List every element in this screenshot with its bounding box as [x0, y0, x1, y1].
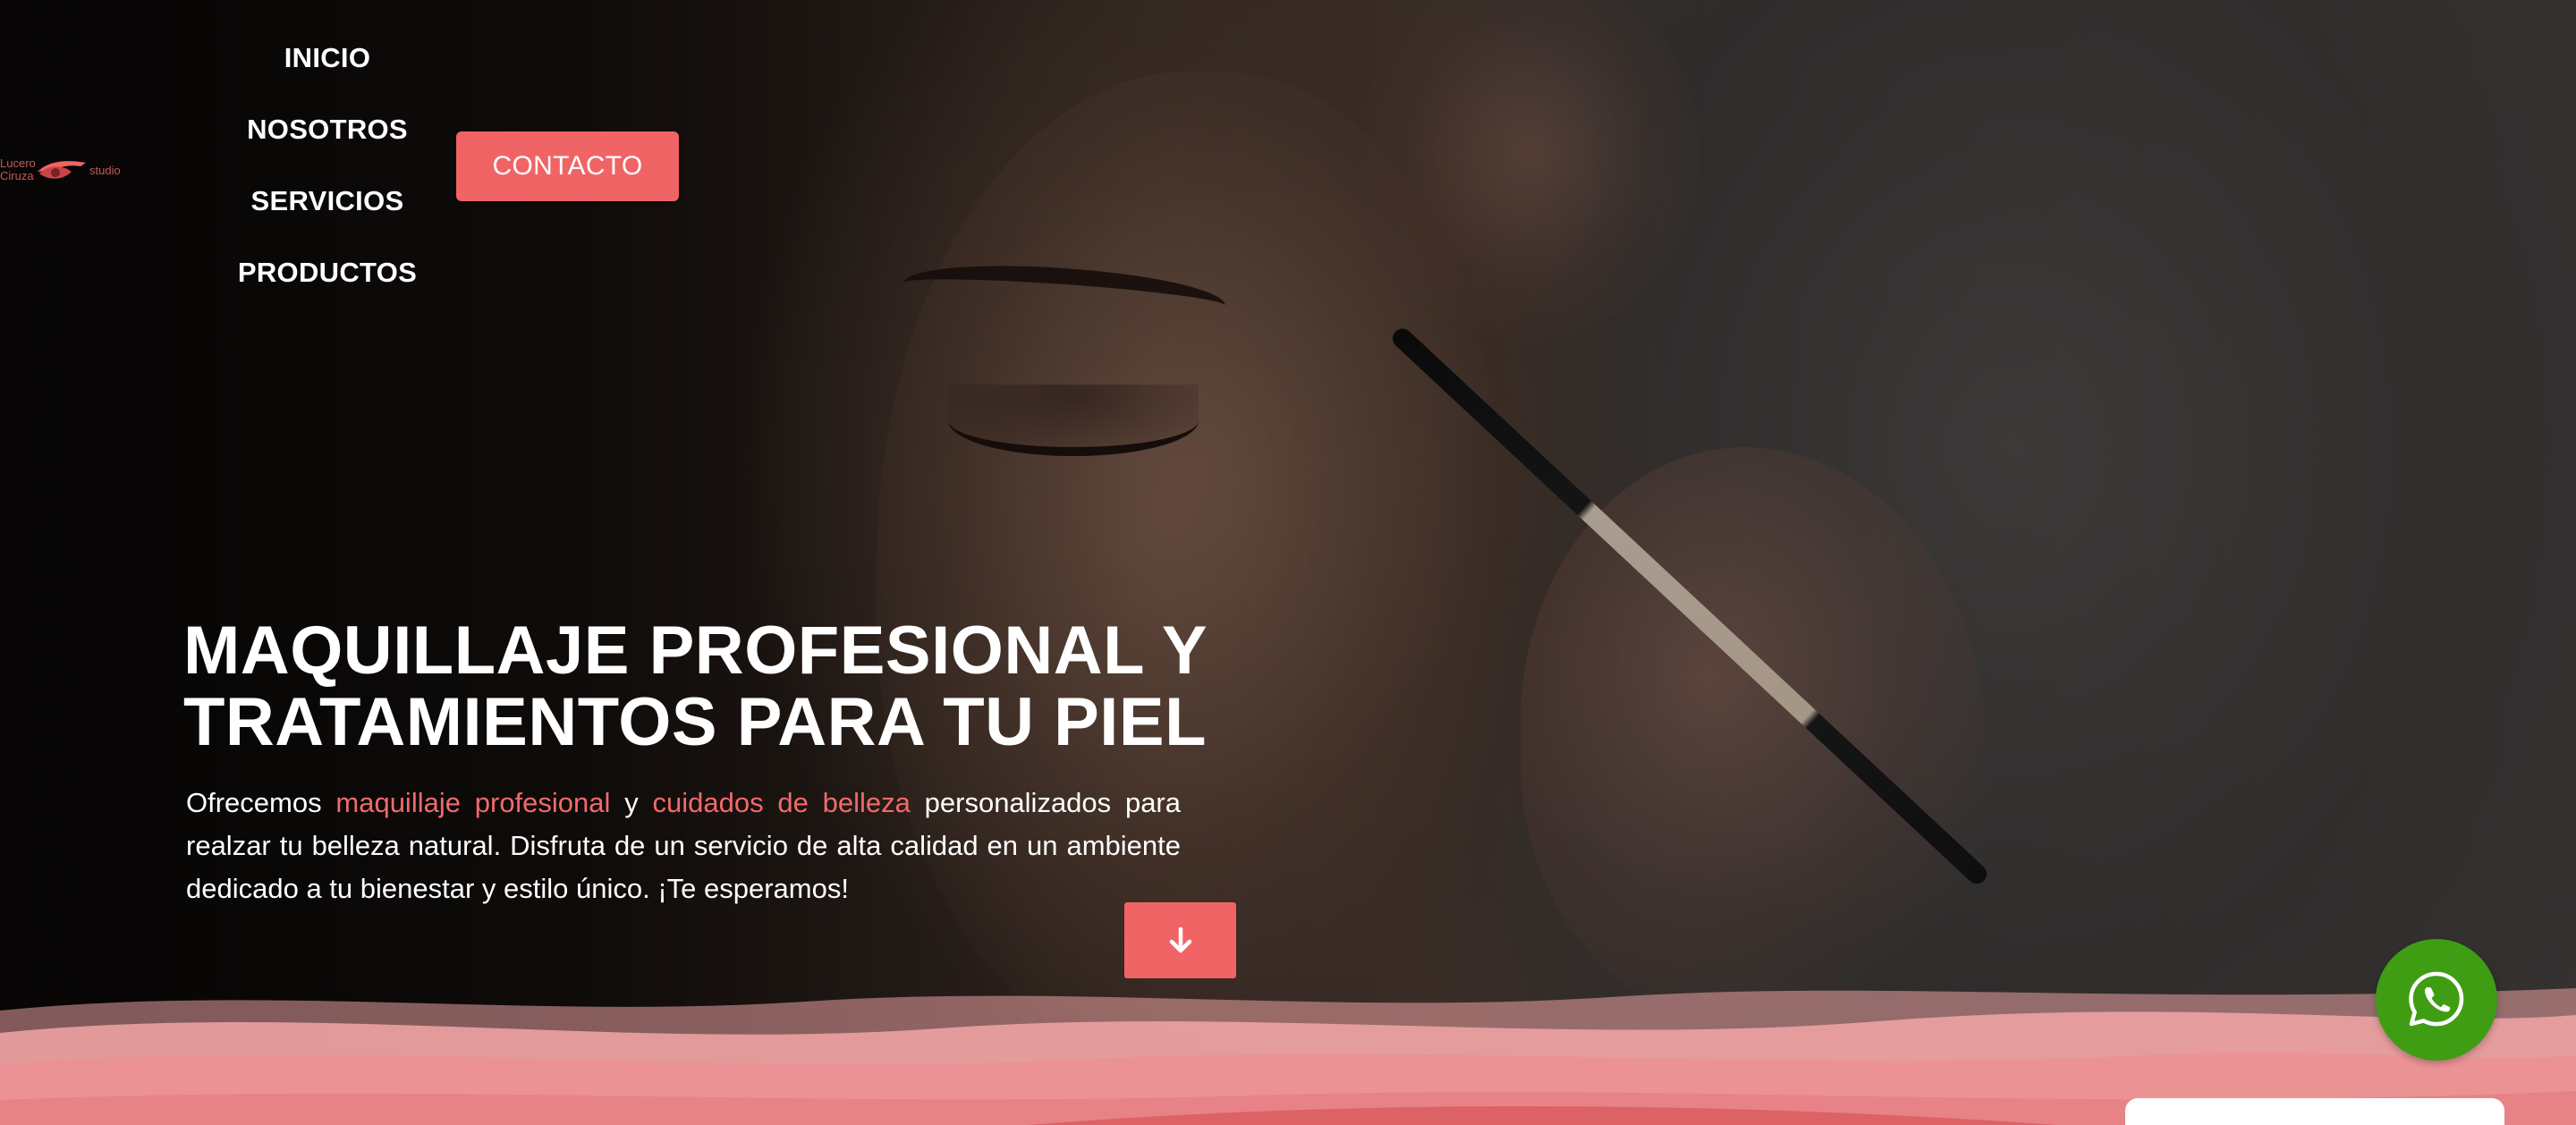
nav-item-nosotros[interactable]: NOSOTROS	[179, 107, 476, 179]
arrow-down-icon	[1169, 926, 1191, 952]
hero-desc-part2: y	[610, 787, 653, 818]
whatsapp-button[interactable]	[2376, 939, 2497, 1061]
hero-desc-highlight-care: cuidados de belleza	[652, 787, 911, 818]
hero-title-line2: TRATAMIENTOS PARA TU PIEL	[183, 684, 1208, 760]
nav-item-inicio[interactable]: INICIO	[179, 36, 476, 107]
hero-desc-part1: Ofrecemos	[186, 787, 336, 818]
logo-text-line1: Lucero	[0, 156, 36, 170]
hero-desc-highlight-makeup: maquillaje profesional	[335, 787, 611, 818]
hero-description: Ofrecemos maquillaje profesional y cuida…	[186, 782, 1181, 910]
bottom-card-edge	[2125, 1098, 2504, 1125]
whatsapp-icon	[2409, 971, 2464, 1027]
brand-logo[interactable]: Lucero Ciruza studio	[0, 154, 134, 190]
hero-title-line1: MAQUILLAJE PROFESIONAL Y	[183, 613, 1208, 689]
contact-button[interactable]: CONTACTO	[456, 131, 679, 201]
logo-text-line2: Ciruza	[0, 169, 34, 182]
hero-title: MAQUILLAJE PROFESIONAL Y TRATAMIENTOS PA…	[183, 615, 1257, 758]
main-nav: INICIO NOSOTROS SERVICIOS PRODUCTOS	[179, 36, 476, 322]
eye-brush-icon	[38, 161, 86, 179]
scroll-down-button[interactable]	[1124, 902, 1236, 978]
nav-item-servicios[interactable]: SERVICIOS	[179, 179, 476, 250]
nav-item-productos[interactable]: PRODUCTOS	[179, 250, 476, 322]
logo-text-studio: studio	[89, 164, 121, 177]
